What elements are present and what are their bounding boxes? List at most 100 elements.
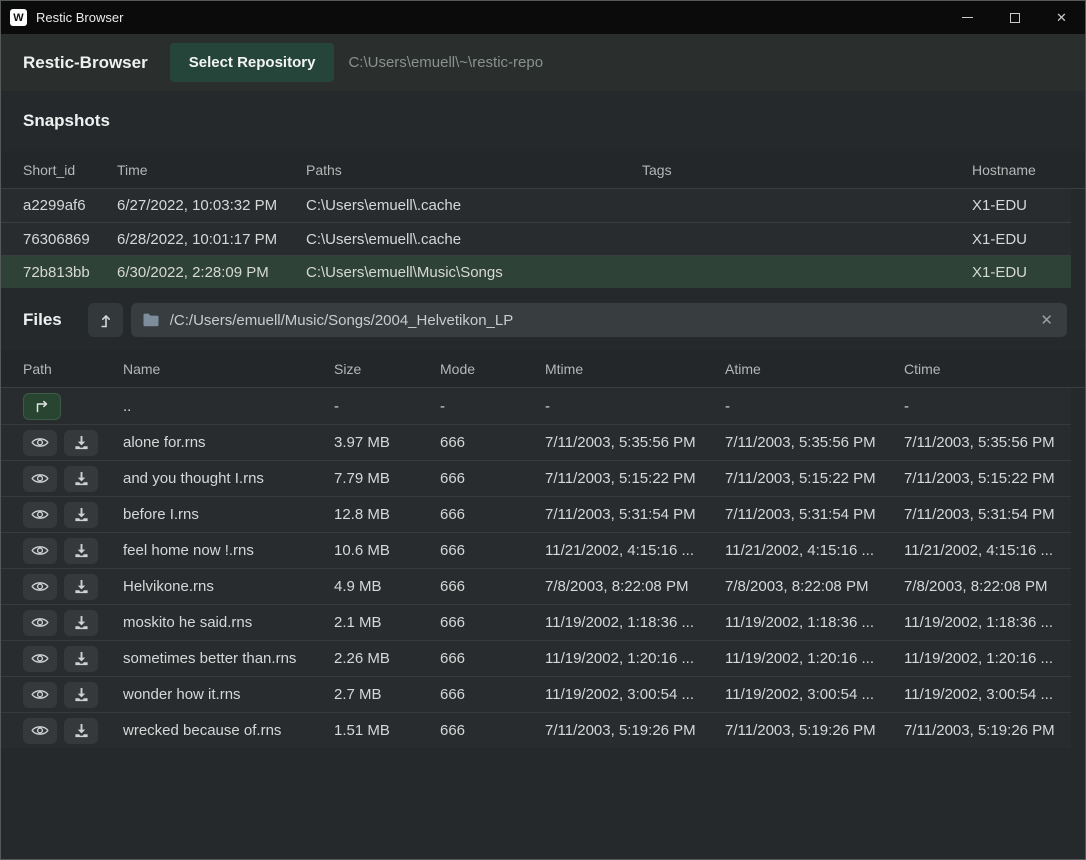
download-icon xyxy=(74,615,89,630)
restore-file-button[interactable] xyxy=(64,430,98,456)
file-mode: - xyxy=(440,398,545,415)
file-atime: 11/21/2002, 4:15:16 ... xyxy=(725,542,904,559)
path-input[interactable] xyxy=(168,311,1030,330)
restore-file-button[interactable] xyxy=(64,538,98,564)
file-row[interactable]: wonder how it.rns 2.7 MB 666 11/19/2002,… xyxy=(1,676,1071,712)
file-name: Helvikone.rns xyxy=(123,578,334,595)
restore-file-button[interactable] xyxy=(64,718,98,744)
file-mode: 666 xyxy=(440,506,545,523)
column-header-paths[interactable]: Paths xyxy=(306,162,642,178)
eye-icon xyxy=(31,472,49,485)
download-icon xyxy=(74,723,89,738)
column-header-size[interactable]: Size xyxy=(334,361,440,377)
file-ctime: 11/19/2002, 1:20:16 ... xyxy=(904,650,1071,667)
file-mode: 666 xyxy=(440,650,545,667)
file-ctime: 7/11/2003, 5:35:56 PM xyxy=(904,434,1071,451)
column-header-mtime[interactable]: Mtime xyxy=(545,361,725,377)
snapshot-row-selected[interactable]: 72b813bb 6/30/2022, 2:28:09 PM C:\Users\… xyxy=(1,255,1071,288)
preview-file-button[interactable] xyxy=(23,430,57,456)
file-mode: 666 xyxy=(440,686,545,703)
column-header-name[interactable]: Name xyxy=(123,361,334,377)
parent-directory-row[interactable]: .. - - - - - xyxy=(1,388,1071,424)
clear-path-button[interactable]: ✕ xyxy=(1038,311,1055,329)
eye-icon xyxy=(31,688,49,701)
file-atime: 7/8/2003, 8:22:08 PM xyxy=(725,578,904,595)
browse-up-button[interactable] xyxy=(88,303,123,337)
restore-file-button[interactable] xyxy=(64,466,98,492)
eye-icon xyxy=(31,652,49,665)
file-atime: 7/11/2003, 5:35:56 PM xyxy=(725,434,904,451)
file-name: sometimes better than.rns xyxy=(123,650,334,667)
preview-file-button[interactable] xyxy=(23,646,57,672)
up-from-bar-icon xyxy=(97,312,113,329)
snapshot-row[interactable]: 76306869 6/28/2022, 10:01:17 PM C:\Users… xyxy=(1,222,1071,255)
column-header-time[interactable]: Time xyxy=(117,162,306,178)
restore-file-button[interactable] xyxy=(64,610,98,636)
file-mtime: 7/11/2003, 5:15:22 PM xyxy=(545,470,725,487)
file-row[interactable]: wrecked because of.rns 1.51 MB 666 7/11/… xyxy=(1,712,1071,748)
file-mtime: 11/19/2002, 1:20:16 ... xyxy=(545,650,725,667)
eye-icon xyxy=(31,724,49,737)
files-heading: Files xyxy=(23,310,62,330)
snapshots-table-header: Short_id Time Paths Tags Hostname xyxy=(1,151,1085,189)
restore-file-button[interactable] xyxy=(64,646,98,672)
preview-file-button[interactable] xyxy=(23,502,57,528)
snapshot-short-id: 76306869 xyxy=(23,231,117,248)
go-parent-directory-button[interactable] xyxy=(23,393,61,420)
file-ctime: 7/8/2003, 8:22:08 PM xyxy=(904,578,1071,595)
column-header-atime[interactable]: Atime xyxy=(725,361,904,377)
file-mtime: 11/19/2002, 1:18:36 ... xyxy=(545,614,725,631)
eye-icon xyxy=(31,436,49,449)
file-mtime: 7/11/2003, 5:19:26 PM xyxy=(545,722,725,739)
file-size: 2.26 MB xyxy=(334,650,440,667)
preview-file-button[interactable] xyxy=(23,466,57,492)
close-button[interactable]: ✕ xyxy=(1038,1,1085,34)
restore-file-button[interactable] xyxy=(64,502,98,528)
select-repository-button[interactable]: Select Repository xyxy=(170,43,335,82)
snapshot-time: 6/28/2022, 10:01:17 PM xyxy=(117,231,306,248)
restore-file-button[interactable] xyxy=(64,574,98,600)
column-header-short-id[interactable]: Short_id xyxy=(23,162,117,178)
preview-file-button[interactable] xyxy=(23,538,57,564)
file-mode: 666 xyxy=(440,470,545,487)
snapshot-hostname: X1-EDU xyxy=(972,231,1071,248)
preview-file-button[interactable] xyxy=(23,718,57,744)
file-mode: 666 xyxy=(440,722,545,739)
file-mode: 666 xyxy=(440,542,545,559)
file-name: .. xyxy=(123,398,334,415)
column-header-tags[interactable]: Tags xyxy=(642,162,972,178)
repository-path: C:\Users\emuell\~\restic-repo xyxy=(348,54,543,71)
app-title: Restic-Browser xyxy=(23,53,148,73)
preview-file-button[interactable] xyxy=(23,610,57,636)
eye-icon xyxy=(31,616,49,629)
column-header-ctime[interactable]: Ctime xyxy=(904,361,1071,377)
column-header-path[interactable]: Path xyxy=(23,361,123,377)
download-icon xyxy=(74,507,89,522)
file-row[interactable]: and you thought I.rns 7.79 MB 666 7/11/2… xyxy=(1,460,1071,496)
preview-file-button[interactable] xyxy=(23,682,57,708)
preview-file-button[interactable] xyxy=(23,574,57,600)
restore-file-button[interactable] xyxy=(64,682,98,708)
snapshot-time: 6/27/2022, 10:03:32 PM xyxy=(117,197,306,214)
eye-icon xyxy=(31,508,49,521)
file-mtime: 7/8/2003, 8:22:08 PM xyxy=(545,578,725,595)
file-row[interactable]: sometimes better than.rns 2.26 MB 666 11… xyxy=(1,640,1071,676)
file-row[interactable]: before I.rns 12.8 MB 666 7/11/2003, 5:31… xyxy=(1,496,1071,532)
snapshot-paths: C:\Users\emuell\Music\Songs xyxy=(306,264,642,281)
file-row[interactable]: Helvikone.rns 4.9 MB 666 7/8/2003, 8:22:… xyxy=(1,568,1071,604)
download-icon xyxy=(74,543,89,558)
file-mtime: 11/21/2002, 4:15:16 ... xyxy=(545,542,725,559)
file-row[interactable]: moskito he said.rns 2.1 MB 666 11/19/200… xyxy=(1,604,1071,640)
column-header-mode[interactable]: Mode xyxy=(440,361,545,377)
file-name: alone for.rns xyxy=(123,434,334,451)
minimize-button[interactable] xyxy=(944,1,991,34)
column-header-hostname[interactable]: Hostname xyxy=(972,162,1071,178)
file-name: and you thought I.rns xyxy=(123,470,334,487)
file-size: 1.51 MB xyxy=(334,722,440,739)
snapshot-row[interactable]: a2299af6 6/27/2022, 10:03:32 PM C:\Users… xyxy=(1,189,1071,222)
maximize-button[interactable] xyxy=(991,1,1038,34)
file-row[interactable]: feel home now !.rns 10.6 MB 666 11/21/20… xyxy=(1,532,1071,568)
file-row[interactable]: alone for.rns 3.97 MB 666 7/11/2003, 5:3… xyxy=(1,424,1071,460)
snapshot-short-id: 72b813bb xyxy=(23,264,117,281)
current-path-field[interactable]: ✕ xyxy=(131,303,1067,337)
